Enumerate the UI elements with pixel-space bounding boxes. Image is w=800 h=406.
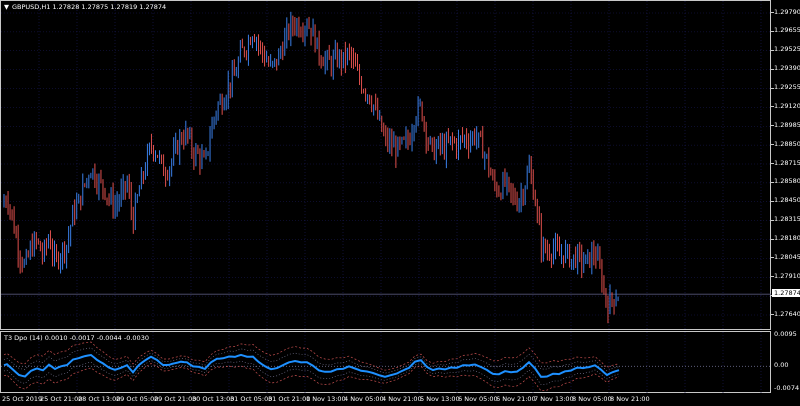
price-tick-mark (771, 30, 774, 32)
time-tick-label: 8 Nov 05:00 (572, 395, 612, 403)
price-tick-label: 1.29120 (774, 101, 800, 110)
price-grid (1, 1, 771, 330)
price-tick-label: 1.28985 (774, 120, 800, 129)
indicator-axis[interactable]: 0.0095 0.00 -0.0074 (771, 331, 800, 393)
price-tick-mark (771, 257, 774, 259)
price-tick-label: 1.28045 (774, 252, 800, 261)
candles (3, 11, 619, 324)
price-tick-label: 1.28180 (774, 234, 800, 242)
price-tick-label: 1.29525 (774, 45, 800, 54)
indicator-tick-label: 0.00 (774, 360, 789, 369)
time-tick-label: 1 Nov 13:00 (306, 395, 346, 403)
time-tick-label: 4 Nov 05:00 (344, 395, 384, 403)
time-tick-label: 29 Oct 21:00 (154, 395, 197, 403)
time-tick-label: 4 Nov 21:00 (382, 395, 422, 403)
indicator-tick-label: -0.0074 (774, 383, 800, 392)
indicator-title: T3 Dpo (14) 0.0010 -0.0017 -0.0044 -0.00… (4, 334, 149, 342)
symbol-quote: GBPUSD,H1 1.27828 1.27875 1.27819 1.2787… (12, 3, 167, 11)
price-tick-label: 1.28850 (774, 139, 800, 148)
chart-menu-triangle-icon[interactable]: ▼ (4, 3, 9, 11)
price-tick-mark (771, 276, 774, 278)
price-tick-mark (771, 12, 774, 13)
time-tick-label: 5 Nov 13:00 (420, 395, 460, 403)
time-axis[interactable]: 25 Oct 2019 25 Oct 21:00 28 Oct 13:00 29 Oc… (0, 393, 771, 406)
price-tick-mark (771, 125, 774, 127)
time-tick-label: 28 Oct 13:00 (78, 395, 121, 403)
price-tick-label: 1.29255 (774, 83, 800, 91)
price-tick-mark (771, 200, 774, 202)
price-tick-mark (771, 314, 774, 315)
price-tick-mark (771, 219, 774, 221)
price-tick-label: 1.29790 (774, 7, 800, 16)
time-tick-label: 6 Nov 21:00 (496, 395, 536, 403)
current-price-tag: 1.27874 (772, 289, 800, 298)
price-tick-mark (771, 181, 774, 183)
time-tick-label: 31 Oct 05:00 (230, 395, 273, 403)
price-tick-label: 1.27910 (774, 271, 800, 280)
price-tick-mark (771, 87, 774, 89)
indicator-pane[interactable]: T3 Dpo (14) 0.0010 -0.0017 -0.0044 -0.00… (0, 331, 771, 393)
price-tick-mark (771, 68, 774, 70)
time-tick-label: 8 Nov 21:00 (610, 395, 650, 403)
price-tick-mark (771, 163, 774, 164)
time-tick-label: 29 Oct 05:00 (116, 395, 159, 403)
time-tick-label: 6 Nov 05:00 (458, 395, 498, 403)
time-tick-label: 30 Oct 13:00 (192, 395, 235, 403)
price-tick-label: 1.28315 (774, 215, 800, 224)
price-tick-label: 1.29655 (774, 26, 800, 35)
time-tick-label: 25 Oct 21:00 (40, 395, 83, 403)
price-tick-label: 1.28715 (774, 158, 800, 167)
time-tick-label: 7 Nov 13:00 (534, 395, 574, 403)
price-tick-mark (771, 49, 774, 51)
price-tick-mark (771, 238, 774, 240)
price-axis[interactable]: 1.29790 1.29655 1.29525 1.29390 1.29255 1.291… (771, 0, 800, 330)
time-tick-label: 31 Oct 21:00 (268, 395, 311, 403)
lower-band (3, 363, 620, 392)
time-tick-label: 25 Oct 2019 (2, 395, 43, 403)
price-tick-mark (771, 106, 774, 108)
chart-title: ▼ GBPUSD,H1 1.27828 1.27875 1.27819 1.278… (4, 3, 166, 11)
price-tick-label: 1.27640 (774, 309, 800, 318)
indicator-tick-label: 0.0095 (774, 330, 797, 338)
price-tick-label: 1.28450 (774, 196, 800, 205)
price-tick-label: 1.28580 (774, 177, 800, 186)
price-tick-label: 1.29390 (774, 64, 800, 73)
price-tick-mark (771, 144, 774, 146)
price-chart-pane[interactable]: ▼ GBPUSD,H1 1.27828 1.27875 1.27819 1.278… (0, 0, 771, 330)
price-chart-canvas[interactable] (1, 1, 771, 330)
